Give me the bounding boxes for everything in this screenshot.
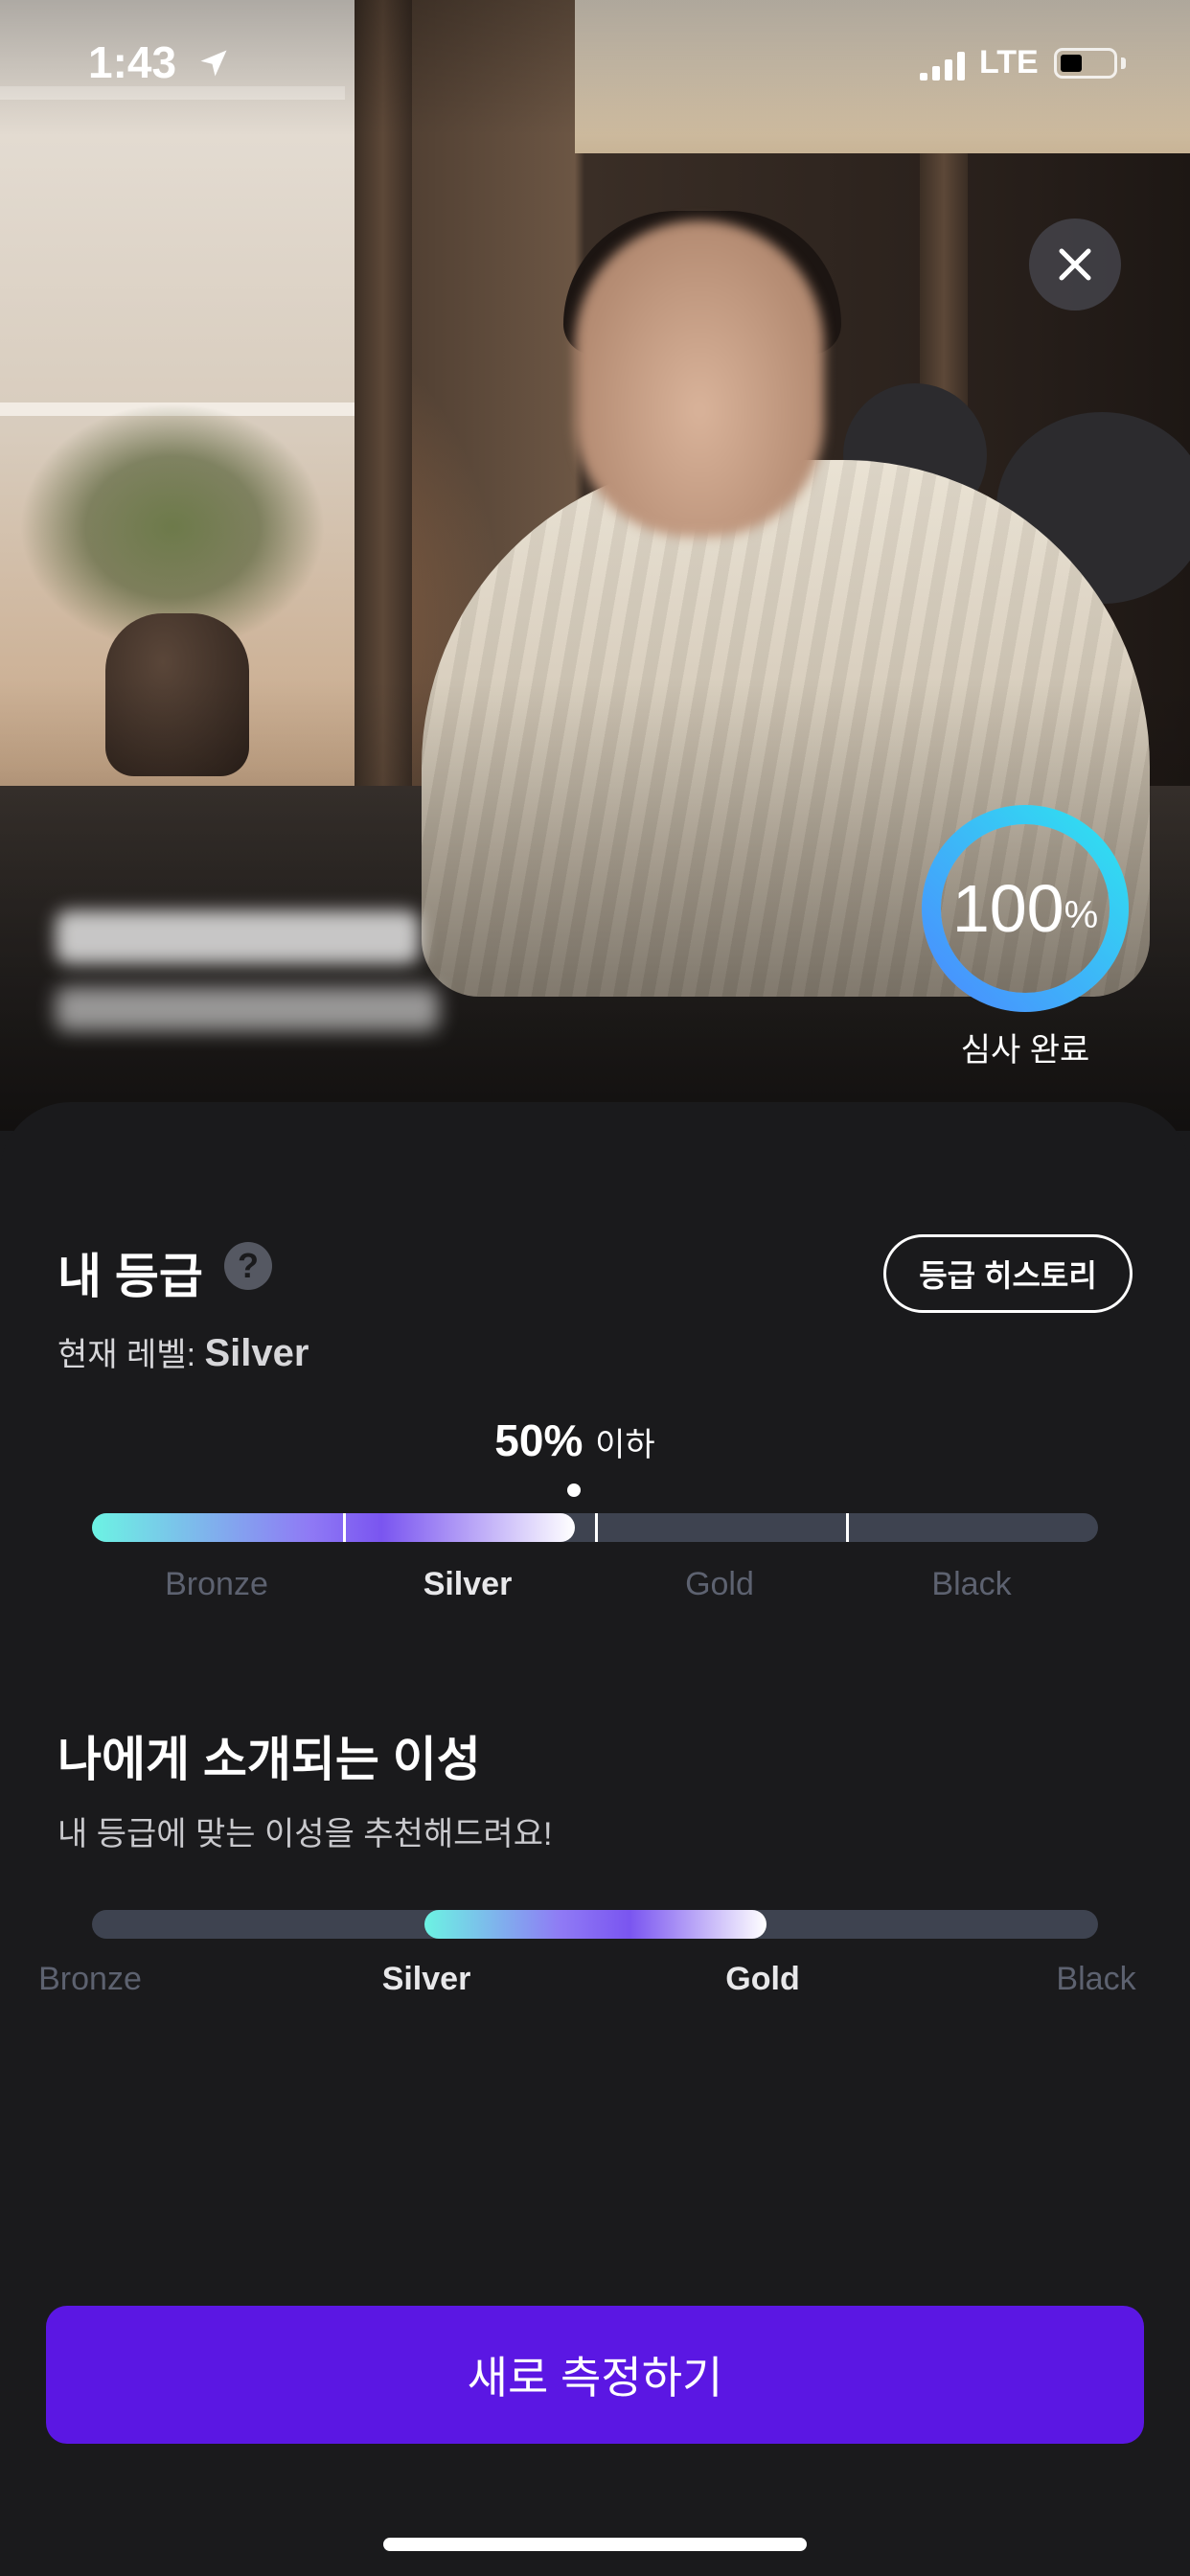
status-time: 1:43 [88,37,177,87]
grade-tick [846,1513,849,1542]
match-tier-bronze: Bronze [38,1961,142,1997]
match-subtitle: 내 등급에 맞는 이성을 추천해드려요! [57,1816,553,1852]
current-level: 현재 레벨: Silver [57,1328,309,1375]
match-tier-black: Black [1056,1961,1136,1997]
remeasure-button[interactable]: 새로 측정하기 [46,2306,1144,2444]
close-button[interactable] [1029,218,1121,310]
help-symbol: ? [238,1246,259,1285]
home-indicator[interactable] [383,2538,807,2551]
profile-details-blurred [56,987,439,1031]
profile-name-blurred [56,910,420,964]
grade-fill [92,1513,575,1542]
match-tier-gold: Gold [725,1961,800,1997]
grade-tier-silver: Silver [423,1566,513,1602]
percentile-suffix: 이하 [595,1427,655,1463]
close-icon [1059,248,1091,281]
percentile-marker [567,1484,581,1497]
battery-icon [1054,48,1117,79]
match-tier-silver: Silver [381,1961,471,1997]
match-range-fill [423,1910,767,1939]
grade-title: 내 등급 [57,1250,203,1303]
review-progress-unit: % [1064,893,1099,936]
review-progress-percent: 100% [918,801,1133,1016]
signal-icon [920,52,965,80]
help-icon[interactable]: ? [224,1242,272,1290]
location-arrow-icon [200,50,227,77]
review-progress-value: 100 [951,871,1064,946]
grade-tier-black: Black [931,1566,1012,1602]
percentile-label: 50% 이하 [479,1414,671,1466]
match-title: 나에게 소개되는 이성 [57,1733,481,1786]
battery-tip [1121,58,1126,69]
grade-tier-bronze: Bronze [165,1566,268,1602]
review-status-label: 심사 완료 [960,1032,1090,1069]
percentile-value: 50% [494,1415,584,1465]
network-type: LTE [979,44,1039,80]
current-level-value: Silver [204,1332,309,1374]
grade-tick [343,1513,346,1542]
current-level-prefix: 현재 레벨: [57,1337,196,1373]
grade-tick [595,1513,598,1542]
grade-history-button[interactable]: 등급 히스토리 [883,1234,1133,1313]
grade-tier-gold: Gold [685,1566,754,1602]
